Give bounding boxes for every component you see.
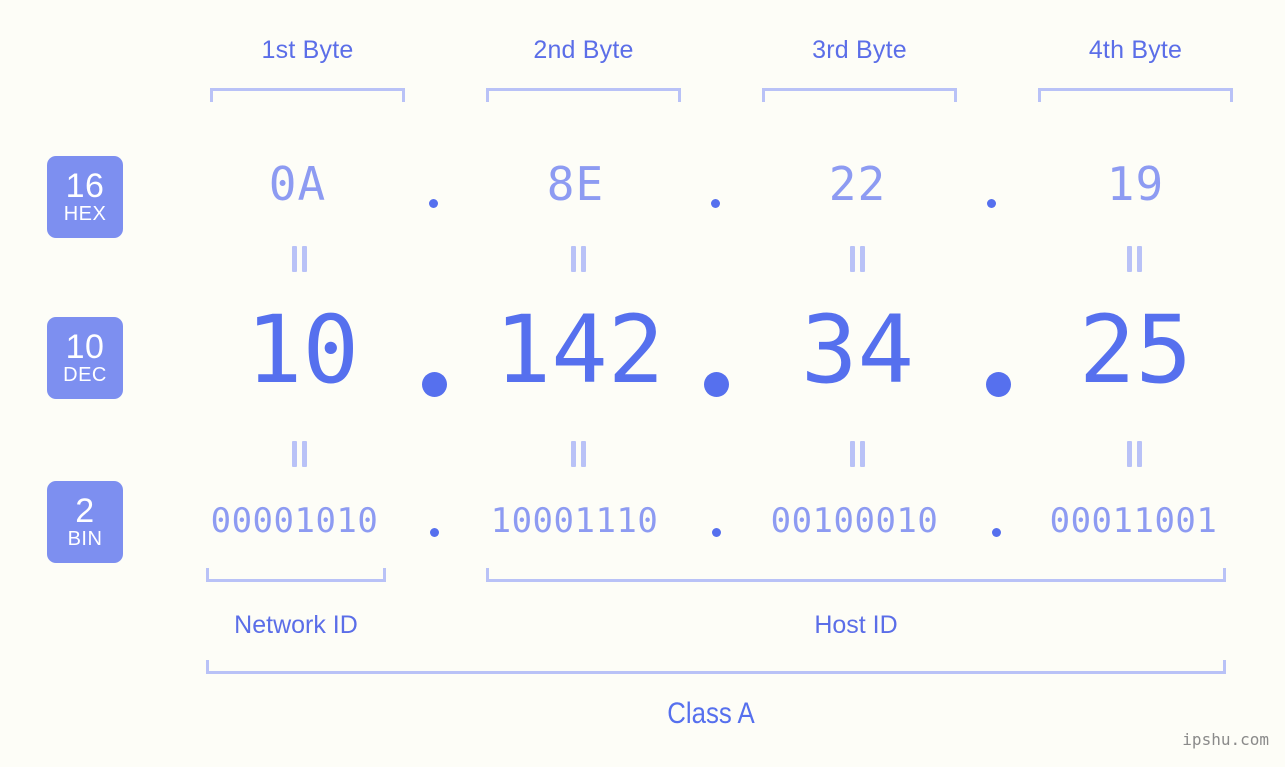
equals-connector-hex-dec-1 [292, 246, 308, 272]
dec-dot-2 [704, 372, 729, 397]
base-badge-hex-number: 16 [65, 166, 105, 205]
dec-byte-1: 10 [245, 296, 360, 405]
base-badge-bin-number: 2 [75, 491, 95, 530]
hex-byte-4: 19 [1106, 157, 1165, 211]
equals-connector-dec-bin-4 [1127, 441, 1143, 467]
watermark: ipshu.com [1182, 730, 1269, 749]
host-id-bracket [486, 568, 1226, 582]
bin-dot-3 [992, 528, 1001, 537]
base-badge-dec-number: 10 [65, 327, 105, 366]
bin-byte-1: 00001010 [210, 501, 379, 541]
equals-connector-hex-dec-4 [1127, 246, 1143, 272]
equals-connector-dec-bin-1 [292, 441, 308, 467]
byte-bracket-1 [210, 88, 405, 102]
host-id-label: Host ID [814, 611, 898, 639]
dec-dot-3 [986, 372, 1011, 397]
hex-dot-2 [711, 199, 720, 208]
network-id-label: Network ID [234, 611, 358, 639]
byte-header-3: 3rd Byte [812, 36, 907, 64]
hex-dot-1 [429, 199, 438, 208]
byte-bracket-4 [1038, 88, 1233, 102]
hex-dot-3 [987, 199, 996, 208]
byte-bracket-3 [762, 88, 957, 102]
bin-dot-1 [430, 528, 439, 537]
equals-connector-dec-bin-2 [571, 441, 587, 467]
bin-byte-3: 00100010 [770, 501, 939, 541]
bin-dot-2 [712, 528, 721, 537]
base-badge-dec: 10 DEC [47, 317, 123, 399]
hex-byte-3: 22 [828, 157, 887, 211]
base-badge-dec-name: DEC [63, 363, 107, 386]
dec-byte-3: 34 [800, 296, 915, 405]
base-badge-bin: 2 BIN [47, 481, 123, 563]
dec-dot-1 [422, 372, 447, 397]
base-badge-hex-name: HEX [63, 202, 107, 225]
byte-header-2: 2nd Byte [533, 36, 634, 64]
dec-byte-4: 25 [1078, 296, 1193, 405]
dec-byte-2: 142 [494, 296, 665, 405]
ip-breakdown-diagram: 1st Byte 2nd Byte 3rd Byte 4th Byte 16 H… [0, 0, 1285, 767]
network-id-bracket [206, 568, 386, 582]
base-badge-hex: 16 HEX [47, 156, 123, 238]
bin-byte-4: 00011001 [1049, 501, 1218, 541]
equals-connector-hex-dec-2 [571, 246, 587, 272]
base-badge-bin-name: BIN [67, 527, 103, 550]
equals-connector-hex-dec-3 [850, 246, 866, 272]
class-bracket [206, 660, 1226, 674]
bin-byte-2: 10001110 [490, 501, 659, 541]
equals-connector-dec-bin-3 [850, 441, 866, 467]
byte-bracket-2 [486, 88, 681, 102]
byte-header-1: 1st Byte [261, 36, 354, 64]
byte-header-4: 4th Byte [1088, 36, 1183, 64]
hex-byte-2: 8E [546, 157, 605, 211]
hex-byte-1: 0A [268, 157, 327, 211]
class-label: Class A [667, 697, 755, 730]
